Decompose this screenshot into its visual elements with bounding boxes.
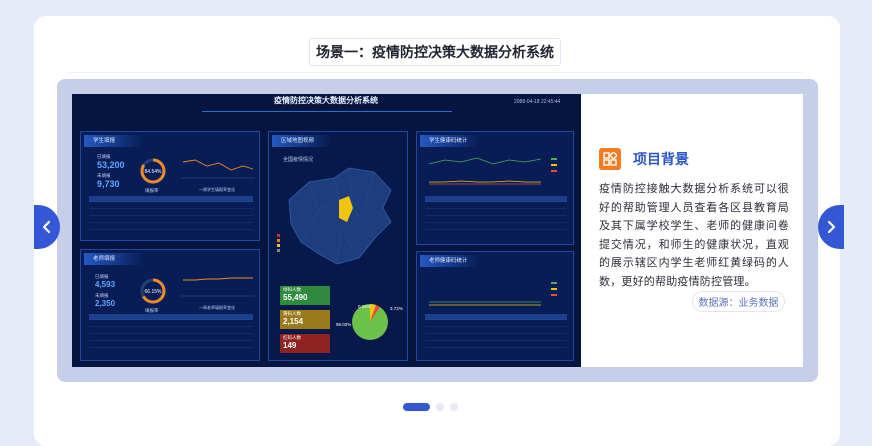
teacher-panel-title: 老师填报 [93, 256, 116, 262]
teacher-health-panel: 老师健康码统计 [416, 251, 574, 361]
info-description: 疫情防控接触大数据分析系统可以很好的帮助管理人员查看各区县教育局及其下属学校学生… [599, 183, 789, 288]
student-unreported-value: 9,730 [97, 179, 120, 189]
dashboard-title: 疫情防控决策大数据分析系统 [274, 96, 378, 105]
teacher-reported-value: 4,593 [95, 280, 116, 289]
teacher-rate-ring: 66.15% [140, 278, 166, 304]
green-code-value: 55,490 [283, 293, 308, 302]
grid-apps-icon [599, 148, 621, 170]
teacher-rate-chart [181, 277, 255, 297]
teacher-panel: 老师填报 已填报 4,593 未填报 2,350 66.15% 填报率 一周老师… [80, 249, 260, 361]
chevron-right-icon [827, 220, 836, 234]
green-code-box: 绿码人数 55,490 [280, 286, 330, 305]
red-code-box: 红码人数 149 [280, 334, 330, 353]
title-divider [70, 72, 802, 73]
info-header: 项目背景 [599, 148, 689, 170]
yellow-code-value: 2,154 [283, 317, 304, 326]
info-title: 项目背景 [633, 151, 689, 167]
scene-title: 场景一：疫情防控决策大数据分析系统 [309, 38, 561, 66]
student-health-table [425, 196, 567, 230]
pagination-dot-1[interactable] [403, 403, 430, 411]
map-panel-title: 区域地图视频 [281, 138, 315, 144]
student-chart-caption: 一周学生填报率变化 [199, 187, 235, 192]
info-panel: 项目背景 疫情防控接触大数据分析系统可以很好的帮助管理人员查看各区县教育局及其下… [581, 94, 803, 367]
svg-text:3.72%: 3.72% [390, 306, 403, 311]
yellow-code-box: 黄码人数 2,154 [280, 310, 330, 329]
teacher-health-table [425, 314, 567, 348]
carousel-pagination [403, 403, 458, 411]
student-health-panel: 学生健康码统计 [416, 131, 574, 245]
student-health-title: 学生健康码统计 [429, 138, 468, 144]
teacher-health-chart [429, 282, 557, 306]
svg-text:0.26%: 0.26% [358, 304, 371, 309]
pagination-dot-2[interactable] [436, 403, 444, 411]
red-code-value: 149 [283, 341, 297, 350]
code-pie-chart: 95.02% 0.26% 3.72% [336, 303, 403, 340]
teacher-unreported-value: 2,350 [95, 299, 116, 308]
teacher-table [89, 314, 253, 348]
teacher-chart-caption: 一周老师填报率变化 [199, 305, 235, 310]
student-table [89, 196, 253, 230]
pagination-dot-3[interactable] [450, 403, 458, 411]
chevron-left-icon [42, 220, 51, 234]
student-rate-chart [181, 159, 255, 179]
map-legend [277, 234, 299, 256]
student-health-chart [428, 157, 557, 185]
student-panel: 学生填报 已填报 53,200 未填报 9,730 84.54% 填报率 一周学… [80, 131, 260, 241]
svg-text:95.02%: 95.02% [336, 322, 351, 327]
dashboard-time: 2088-04-18 22:45:44 [514, 99, 561, 105]
student-reported-value: 53,200 [97, 160, 125, 170]
student-rate-label: 填报率 [145, 188, 159, 193]
teacher-health-title: 老师健康码统计 [429, 258, 468, 264]
data-source-badge: 数据源：业务数据 [692, 291, 785, 312]
svg-text:66.15%: 66.15% [145, 289, 163, 295]
student-panel-title: 学生填报 [93, 138, 116, 144]
svg-text:84.54%: 84.54% [145, 169, 163, 175]
dashboard-screenshot: 疫情防控决策大数据分析系统 2088-04-18 22:45:44 学生填报 已… [72, 94, 581, 367]
student-rate-ring: 84.54% [140, 158, 166, 184]
